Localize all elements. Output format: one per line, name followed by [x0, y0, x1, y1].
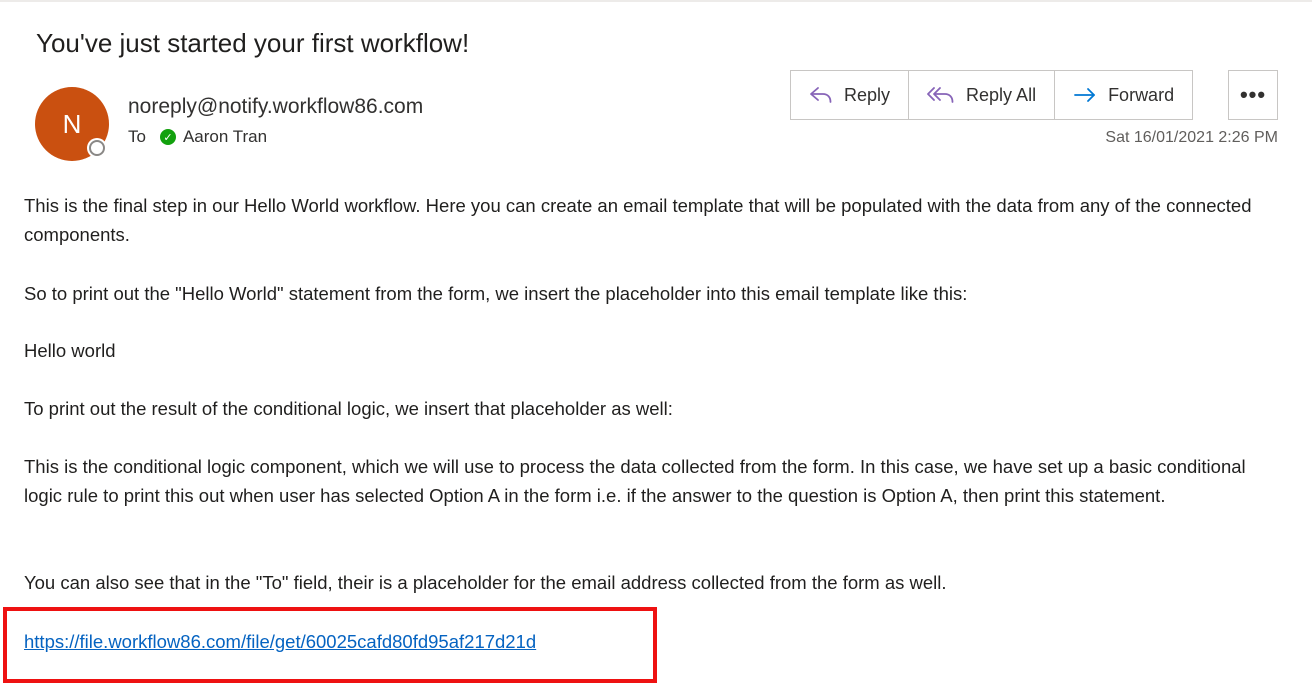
- received-date: Sat 16/01/2021 2:26 PM: [1105, 129, 1278, 146]
- reply-all-icon: [927, 87, 954, 103]
- to-label: To: [128, 127, 146, 146]
- body-paragraph-3: Hello world: [24, 340, 116, 361]
- body-paragraph-6: You can also see that in the "To" field,…: [24, 572, 947, 593]
- forward-button[interactable]: Forward: [1055, 71, 1192, 119]
- top-divider: [0, 0, 1312, 2]
- reply-all-label: Reply All: [966, 84, 1037, 105]
- body-paragraph-5: This is the conditional logic component,…: [24, 456, 1246, 506]
- avatar-initial: N: [62, 108, 82, 139]
- file-link[interactable]: https://file.workflow86.com/file/get/600…: [24, 627, 536, 656]
- message-actions: Reply Reply All Forward: [790, 70, 1194, 120]
- recipient-line: To ✓ Aaron Tran: [128, 127, 267, 147]
- more-icon: •••: [1239, 82, 1267, 107]
- reply-icon: [810, 87, 832, 103]
- sender-address[interactable]: noreply@notify.workflow86.com: [128, 95, 423, 119]
- body-paragraph-2: So to print out the "Hello World" statem…: [24, 283, 968, 304]
- presence-icon: [89, 140, 105, 156]
- body-paragraph-4: To print out the result of the condition…: [24, 398, 673, 419]
- forward-label: Forward: [1108, 84, 1175, 105]
- forward-icon: [1074, 88, 1095, 102]
- reply-button[interactable]: Reply: [791, 71, 910, 119]
- reply-label: Reply: [844, 84, 891, 105]
- more-actions-button[interactable]: •••: [1228, 70, 1278, 120]
- email-subject: You've just started your first workflow!: [36, 28, 470, 58]
- reply-all-button[interactable]: Reply All: [909, 71, 1056, 119]
- check-icon: ✓: [159, 129, 176, 145]
- recipient-name[interactable]: Aaron Tran: [183, 127, 267, 147]
- body-paragraph-1: This is the final step in our Hello Worl…: [24, 195, 1252, 245]
